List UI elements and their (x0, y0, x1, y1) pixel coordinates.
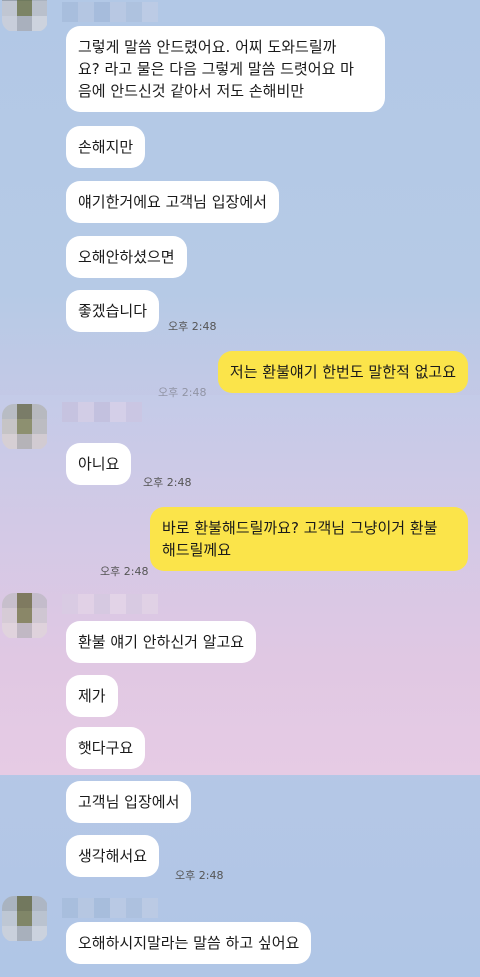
avatar[interactable] (2, 0, 48, 32)
message-bubble[interactable]: 그렇게 말씀 안드렸어요. 어찌 도와드릴까 요? 라고 물은 다음 그렇게 말… (66, 26, 385, 112)
message-bubble[interactable]: 환불 얘기 안하신거 알고요 (66, 621, 257, 663)
message-bubble-sent[interactable]: 저는 환불얘기 한번도 말한적 없고요 (217, 351, 468, 393)
timestamp: 오후 2:48 (175, 869, 224, 882)
message-bubble[interactable]: 좋겠습니다 (66, 290, 160, 332)
timestamp: 오후 2:48 (168, 320, 217, 333)
avatar[interactable] (2, 404, 48, 450)
message-bubble[interactable]: 생각해서요 (66, 835, 160, 877)
message-bubble[interactable]: 오해하시지말라는 말씀 하고 싶어요 (66, 922, 312, 964)
message-bubble[interactable]: 햇다구요 (66, 727, 146, 769)
timestamp: 오후 2:48 (143, 476, 192, 489)
sender-name-blurred (62, 594, 158, 614)
avatar[interactable] (2, 896, 48, 942)
sender-name-blurred (62, 898, 158, 918)
message-bubble[interactable]: 오해안하셨으면 (66, 236, 187, 278)
message-bubble-sent[interactable]: 바로 환불해드릴까요? 고객님 그냥이거 환불 해드릴께요 (150, 507, 468, 571)
timestamp: 오후 2:48 (100, 565, 149, 578)
sender-name-blurred (62, 2, 158, 22)
timestamp: 오후 2:48 (158, 386, 207, 399)
message-bubble[interactable]: 얘기한거에요 고객님 입장에서 (66, 181, 279, 223)
message-bubble[interactable]: 제가 (66, 675, 118, 717)
message-bubble[interactable]: 고객님 입장에서 (66, 781, 192, 823)
sender-name-blurred (62, 402, 142, 422)
message-bubble[interactable]: 아니요 (66, 443, 132, 485)
avatar[interactable] (2, 593, 48, 639)
message-bubble[interactable]: 손해지만 (66, 126, 146, 168)
